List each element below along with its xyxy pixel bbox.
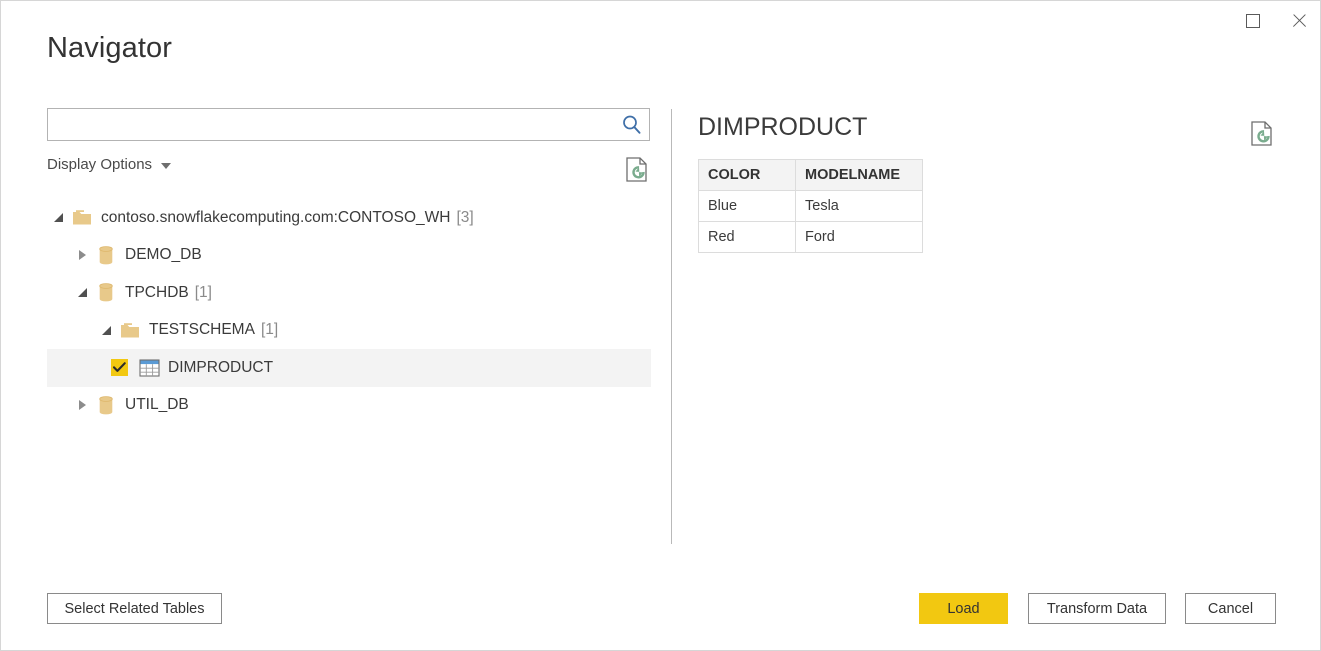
transform-data-button[interactable]: Transform Data: [1028, 593, 1166, 624]
display-options-label: Display Options: [47, 156, 152, 173]
database-tree: contoso.snowflakecomputing.com:CONTOSO_W…: [47, 199, 651, 424]
cancel-button[interactable]: Cancel: [1185, 593, 1276, 624]
table-cell: Tesla: [796, 191, 923, 222]
search-input[interactable]: [48, 109, 616, 140]
expander-closed-icon[interactable]: [71, 400, 93, 410]
close-button[interactable]: [1276, 1, 1321, 41]
tree-node-count: [3]: [456, 209, 473, 227]
table-checkbox[interactable]: [111, 359, 128, 376]
load-button[interactable]: Load: [919, 593, 1008, 624]
tree-node-testschema[interactable]: TESTSCHEMA [1]: [47, 312, 651, 350]
folder-icon: [117, 322, 143, 339]
tree-node-label: UTIL_DB: [125, 396, 189, 414]
database-icon: [93, 283, 119, 302]
expander-open-icon[interactable]: [71, 288, 93, 297]
tree-node-label: contoso.snowflakecomputing.com:CONTOSO_W…: [101, 209, 450, 227]
table-row: Blue Tesla: [699, 191, 923, 222]
search-icon[interactable]: [621, 114, 643, 136]
column-header-modelname: MODELNAME: [796, 160, 923, 191]
table-row: Red Ford: [699, 222, 923, 253]
tree-node-count: [1]: [261, 321, 278, 339]
table-icon: [136, 359, 162, 377]
database-icon: [93, 246, 119, 265]
database-icon: [93, 396, 119, 415]
tree-node-demo-db[interactable]: DEMO_DB: [47, 237, 651, 275]
table-cell: Blue: [699, 191, 796, 222]
select-related-tables-button[interactable]: Select Related Tables: [47, 593, 222, 624]
checkmark-icon: [113, 362, 126, 373]
preview-title: DIMPRODUCT: [698, 113, 867, 142]
panel-divider: [671, 109, 672, 544]
refresh-document-icon[interactable]: [1250, 121, 1274, 147]
tree-node-label: TPCHDB: [125, 284, 189, 302]
tree-node-dimproduct[interactable]: DIMPRODUCT: [47, 349, 651, 387]
table-cell: Red: [699, 222, 796, 253]
chevron-down-icon: [161, 163, 171, 169]
table-cell: Ford: [796, 222, 923, 253]
refresh-document-icon[interactable]: [625, 157, 649, 183]
window-controls: [1230, 1, 1321, 41]
display-options-dropdown[interactable]: Display Options: [47, 156, 171, 173]
tree-node-label: TESTSCHEMA: [149, 321, 255, 339]
close-icon: [1291, 13, 1307, 29]
maximize-icon: [1246, 14, 1260, 28]
navigator-dialog: Navigator Display Options: [0, 0, 1321, 651]
column-header-color: COLOR: [699, 160, 796, 191]
tree-node-tpchdb[interactable]: TPCHDB [1]: [47, 274, 651, 312]
expander-open-icon[interactable]: [95, 326, 117, 335]
tree-node-util-db[interactable]: UTIL_DB: [47, 387, 651, 425]
expander-open-icon[interactable]: [47, 213, 69, 222]
maximize-button[interactable]: [1230, 1, 1276, 41]
preview-table: COLOR MODELNAME Blue Tesla Red Ford: [698, 159, 923, 253]
tree-node-label: DIMPRODUCT: [168, 359, 273, 377]
tree-node-label: DEMO_DB: [125, 246, 202, 264]
tree-node-root[interactable]: contoso.snowflakecomputing.com:CONTOSO_W…: [47, 199, 651, 237]
search-box[interactable]: [47, 108, 650, 141]
folder-icon: [69, 209, 95, 226]
page-title: Navigator: [47, 32, 172, 65]
expander-closed-icon[interactable]: [71, 250, 93, 260]
title-bar: [1, 1, 1321, 41]
table-header-row: COLOR MODELNAME: [699, 160, 923, 191]
tree-node-count: [1]: [195, 284, 212, 302]
